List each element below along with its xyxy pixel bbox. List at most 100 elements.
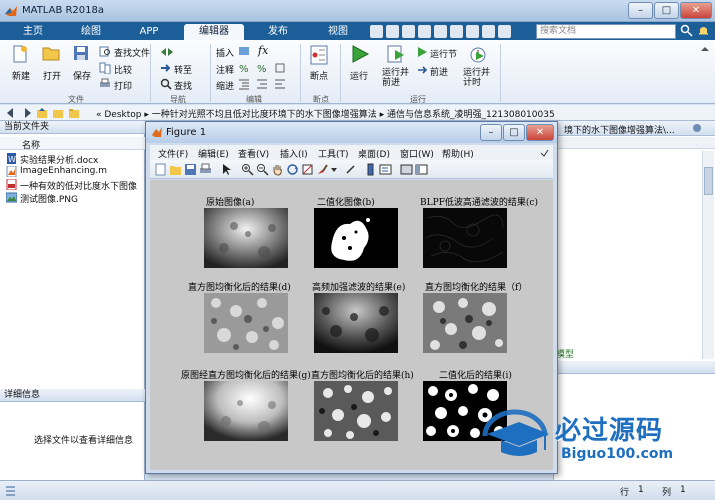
- editor-actions-icon[interactable]: [692, 123, 702, 133]
- goto-button[interactable]: 转至: [174, 63, 192, 76]
- menu-edit[interactable]: 编辑(E): [198, 147, 229, 160]
- zoom-in-icon[interactable]: [241, 163, 254, 176]
- menu-tools[interactable]: 工具(T): [318, 147, 349, 160]
- colorbar-icon[interactable]: [364, 163, 377, 176]
- pan-hand-icon[interactable]: [271, 163, 284, 176]
- menu-dock-icon[interactable]: [540, 148, 549, 157]
- image-panel-a[interactable]: [204, 208, 288, 268]
- run-advance-button[interactable]: 运行并 前进: [382, 68, 409, 88]
- save-button-label[interactable]: 保存: [73, 69, 91, 82]
- figure-maximize-button[interactable]: □: [503, 124, 525, 141]
- save-disk-icon[interactable]: [73, 45, 89, 61]
- run-advance-icon[interactable]: [386, 44, 406, 64]
- open-file-icon[interactable]: [169, 163, 182, 176]
- image-panel-h[interactable]: [314, 381, 398, 441]
- new-file-icon[interactable]: [12, 45, 28, 63]
- up-folder-icon[interactable]: [36, 107, 48, 119]
- comment-percent-icon[interactable]: %: [238, 62, 250, 74]
- search-documentation-input[interactable]: 搜索文档: [536, 24, 676, 39]
- status-grip-icon[interactable]: [4, 484, 17, 497]
- ribbon-collapse-icon[interactable]: [700, 44, 710, 54]
- tab-plots[interactable]: 绘图: [66, 24, 116, 40]
- tab-apps[interactable]: APP: [124, 24, 174, 40]
- find-files-icon[interactable]: [99, 45, 111, 57]
- image-panel-g[interactable]: [204, 381, 288, 441]
- run-and-time-icon[interactable]: [468, 44, 488, 64]
- find-files-button[interactable]: 查找文件: [114, 46, 150, 59]
- run-button[interactable]: 运行: [350, 69, 368, 82]
- minimize-button[interactable]: –: [628, 2, 653, 19]
- image-panel-f[interactable]: [423, 293, 507, 353]
- run-icon[interactable]: [350, 44, 370, 64]
- compare-button[interactable]: 比较: [114, 63, 132, 76]
- edit-plot-arrow-icon[interactable]: [220, 163, 233, 176]
- current-folder-path[interactable]: « Desktop ▸ 一种针对光照不均且低对比度环境下的水下图像增强算法 ▸ …: [96, 107, 555, 120]
- compare-icon[interactable]: [99, 62, 111, 74]
- menu-window[interactable]: 窗口(W): [400, 147, 434, 160]
- tab-publish[interactable]: 发布: [252, 24, 304, 40]
- dropdown-quick-icon[interactable]: [498, 25, 511, 38]
- brush-icon[interactable]: [316, 163, 329, 176]
- search-icon[interactable]: [680, 24, 693, 37]
- notification-icon[interactable]: [697, 24, 710, 37]
- goto-icon[interactable]: [160, 62, 172, 74]
- show-plot-tools-icon[interactable]: [415, 163, 428, 176]
- run-and-time-button[interactable]: 运行并 计时: [463, 68, 490, 88]
- undo-quick-icon[interactable]: [434, 25, 447, 38]
- insert-section-icon[interactable]: [238, 45, 250, 57]
- switch-windows-icon[interactable]: [466, 25, 479, 38]
- find-button[interactable]: 查找: [174, 79, 192, 92]
- forward-arrow-icon[interactable]: [20, 107, 32, 119]
- help-quick-icon[interactable]: [482, 25, 495, 38]
- back-arrow-icon[interactable]: [6, 107, 18, 119]
- redo-quick-icon[interactable]: [450, 25, 463, 38]
- close-button[interactable]: ✕: [680, 2, 712, 19]
- menu-insert[interactable]: 插入(I): [280, 147, 308, 160]
- figure-title-bar[interactable]: Figure 1 – □ ✕: [146, 122, 557, 143]
- image-panel-b[interactable]: [314, 208, 398, 268]
- print-figure-icon[interactable]: [199, 163, 212, 176]
- print-button[interactable]: 打印: [114, 79, 132, 92]
- breakpoints-icon[interactable]: [310, 45, 328, 65]
- rotate-3d-icon[interactable]: [286, 163, 299, 176]
- print-icon[interactable]: [99, 78, 111, 90]
- menu-desktop[interactable]: 桌面(D): [358, 147, 390, 160]
- scroll-thumb[interactable]: [704, 167, 713, 195]
- hide-plot-tools-icon[interactable]: [400, 163, 413, 176]
- figure-close-button[interactable]: ✕: [526, 124, 554, 141]
- increase-indent-icon[interactable]: [256, 78, 268, 90]
- find-icon[interactable]: [160, 78, 172, 90]
- decrease-indent-icon[interactable]: [274, 78, 286, 90]
- nav-back-forward-icon[interactable]: [160, 45, 174, 59]
- fx-button[interactable]: fx: [258, 44, 268, 57]
- open-button-label[interactable]: 打开: [43, 69, 61, 82]
- save-figure-icon[interactable]: [184, 163, 197, 176]
- insert-button[interactable]: 插入: [216, 46, 234, 59]
- menu-file[interactable]: 文件(F): [158, 147, 188, 160]
- tab-home[interactable]: 主页: [8, 24, 58, 40]
- smart-indent-icon[interactable]: [238, 78, 250, 90]
- image-panel-c[interactable]: [423, 208, 507, 268]
- wrap-comments-icon[interactable]: [274, 62, 286, 74]
- image-panel-d[interactable]: [204, 293, 288, 353]
- run-section-button[interactable]: 运行节: [430, 47, 457, 60]
- cut-quick-icon[interactable]: [386, 25, 399, 38]
- breakpoints-button[interactable]: 断点: [310, 69, 328, 82]
- tab-editor[interactable]: 编辑器: [184, 24, 244, 40]
- open-folder-icon[interactable]: [42, 46, 60, 61]
- maximize-button[interactable]: □: [654, 2, 679, 19]
- menu-help[interactable]: 帮助(H): [442, 147, 474, 160]
- file-item[interactable]: ImageEnhancing.m: [20, 166, 107, 176]
- browse-folder-icon[interactable]: [52, 107, 64, 119]
- image-panel-e[interactable]: [314, 293, 398, 353]
- root-drive-icon[interactable]: [68, 107, 80, 119]
- new-figure-icon[interactable]: [154, 163, 167, 176]
- new-button-label[interactable]: 新建: [12, 69, 30, 82]
- name-column-header[interactable]: 名称: [0, 137, 145, 151]
- paste-quick-icon[interactable]: [418, 25, 431, 38]
- zoom-out-icon[interactable]: [256, 163, 269, 176]
- figure-minimize-button[interactable]: –: [480, 124, 502, 141]
- run-section-icon[interactable]: [416, 46, 428, 58]
- advance-button[interactable]: 前进: [430, 65, 448, 78]
- legend-icon[interactable]: [379, 163, 392, 176]
